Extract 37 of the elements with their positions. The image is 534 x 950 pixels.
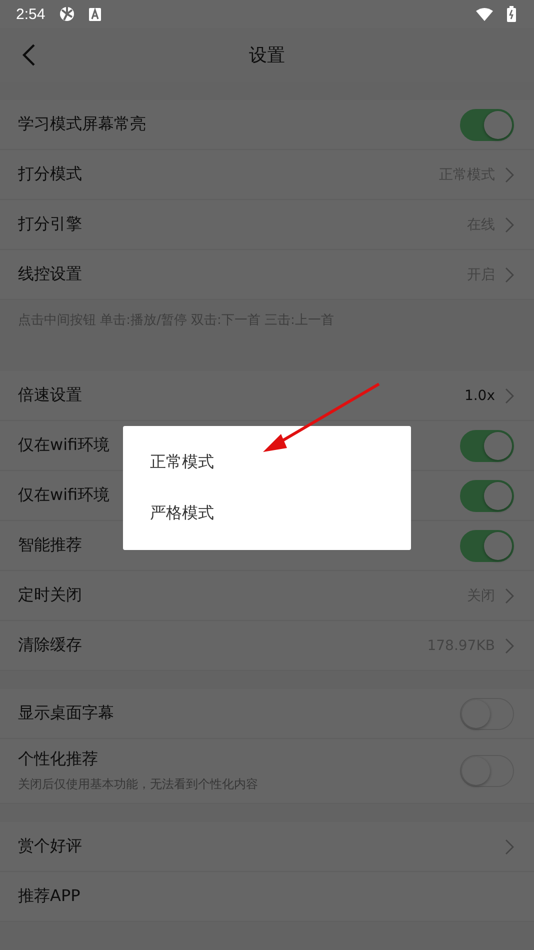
- a-box-icon: [89, 8, 102, 20]
- dialog-option[interactable]: 严格模式: [150, 503, 214, 524]
- toggle-switch[interactable]: [460, 530, 514, 562]
- setting-label: 个性化推荐: [18, 749, 99, 770]
- chevron-icon: [505, 166, 514, 182]
- toggle-switch[interactable]: [460, 108, 514, 140]
- setting-label: 智能推荐: [18, 535, 82, 556]
- toggle-switch[interactable]: [460, 430, 514, 462]
- setting-label[interactable]: 清除缓存: [18, 635, 82, 656]
- status-time: 2:54: [16, 6, 46, 22]
- back-icon[interactable]: [22, 43, 36, 67]
- chevron-icon: [505, 216, 514, 232]
- setting-label: 仅在wifi环境: [18, 485, 110, 506]
- setting-label: 显示桌面字幕: [18, 703, 114, 724]
- setting-label: 仅在wifi环境: [18, 435, 110, 456]
- ball-icon: [59, 6, 76, 22]
- toggle-switch[interactable]: [460, 755, 514, 787]
- setting-label[interactable]: 推荐APP: [18, 886, 80, 907]
- setting-label[interactable]: 线控设置: [18, 264, 82, 285]
- setting-label[interactable]: 打分引擎: [18, 214, 82, 235]
- setting-label[interactable]: 定时关闭: [18, 585, 82, 606]
- setting-label[interactable]: 倍速设置: [18, 385, 82, 406]
- toggle-switch[interactable]: [460, 480, 514, 512]
- setting-value: 1.0x: [464, 388, 495, 404]
- dialog-option[interactable]: 正常模式: [150, 452, 214, 473]
- chevron-icon: [505, 266, 514, 282]
- wifi-icon: [476, 8, 493, 20]
- toggle-switch[interactable]: [460, 698, 514, 730]
- setting-label[interactable]: 赏个好评: [18, 836, 82, 857]
- chevron-icon: [505, 588, 514, 604]
- setting-label[interactable]: 打分模式: [18, 164, 82, 185]
- battery-icon: [507, 6, 516, 22]
- chevron-icon: [505, 388, 514, 404]
- chevron-icon: [505, 638, 514, 654]
- setting-label: 学习模式屏幕常亮: [18, 114, 146, 135]
- page-title: 设置: [249, 44, 285, 67]
- chevron-icon: [505, 838, 514, 854]
